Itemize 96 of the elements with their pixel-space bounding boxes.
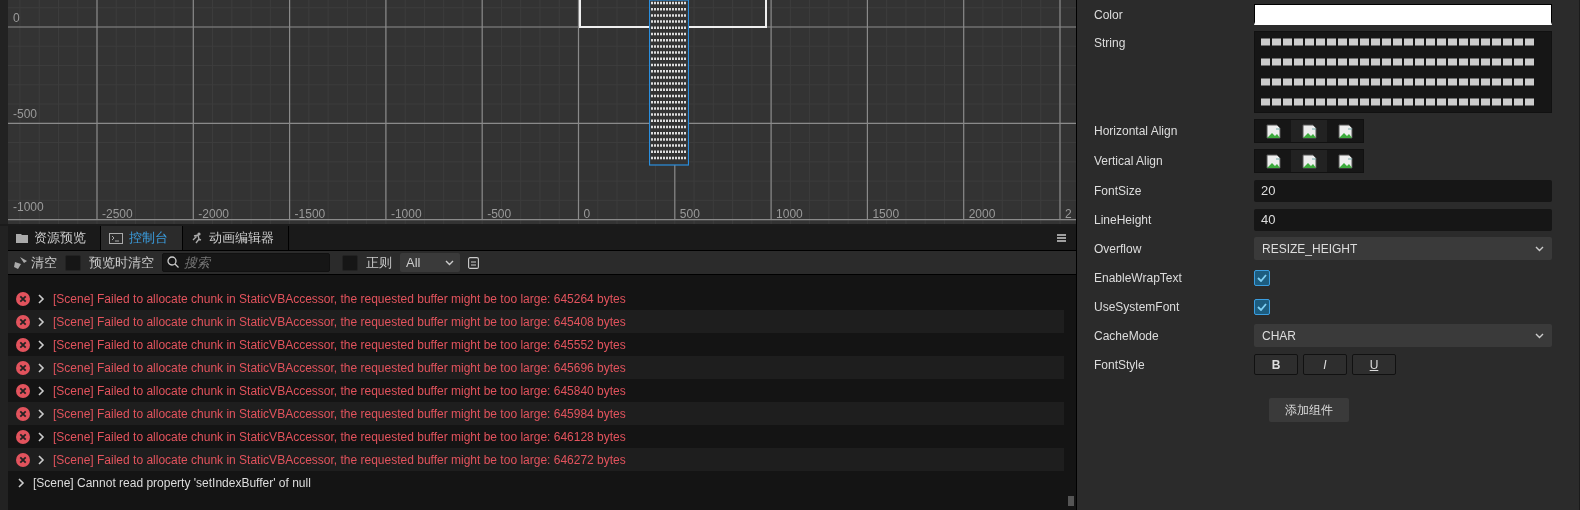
axis-label: -1000	[13, 199, 44, 214]
selected-label-node-drawing[interactable]	[649, 0, 689, 166]
log-message: [Scene] Failed to allocate chunk in StaticVBAccessor, the requested buffer might be too large: 646272 bytes	[53, 452, 626, 467]
checkbox-label: 预览时清空	[89, 253, 154, 272]
error-icon	[16, 291, 30, 306]
axis-label: -1500	[294, 207, 326, 221]
search-field[interactable]: 搜索	[162, 253, 330, 272]
log-message: [Scene] Failed to allocate chunk in StaticVBAccessor, the requested buffer might be too large: 645840 bytes	[53, 383, 626, 398]
chevron-right-icon[interactable]	[38, 454, 45, 465]
folder-icon	[16, 233, 28, 243]
font-style-button[interactable]: U	[1352, 354, 1396, 375]
caret-icon	[1535, 245, 1544, 252]
align-button[interactable]	[1291, 120, 1327, 142]
property-label: EnableWrapText	[1094, 270, 1183, 285]
menu-icon[interactable]	[1057, 234, 1066, 242]
color-swatch[interactable]	[1254, 4, 1552, 25]
property-label: LineHeight	[1094, 212, 1153, 227]
panel-tab[interactable]: 控制台	[101, 226, 183, 250]
log-message: [Scene] Failed to allocate chunk in StaticVBAccessor, the requested buffer might be too large: 646128 bytes	[53, 429, 626, 444]
property-label: String	[1094, 35, 1127, 50]
scrollbar-thumb[interactable]	[1068, 496, 1074, 506]
image-icon	[1301, 123, 1317, 139]
error-icon	[16, 360, 30, 375]
axis-label: -500	[13, 107, 38, 122]
dropdown[interactable]: CHAR	[1254, 324, 1552, 347]
dropdown[interactable]: RESIZE_HEIGHT	[1254, 237, 1552, 260]
chevron-right-icon[interactable]	[38, 385, 45, 396]
terminal-icon	[109, 232, 123, 244]
log-message: [Scene] Failed to allocate chunk in StaticVBAccessor, the requested buffer might be too large: 645984 bytes	[53, 406, 626, 421]
axis-label: 0	[583, 207, 591, 221]
axis-label: 1500	[872, 207, 900, 221]
property-label: Color	[1094, 7, 1124, 22]
caret-icon	[1535, 332, 1544, 339]
log-entry[interactable]: [Scene] Failed to allocate chunk in StaticVBAccessor, the requested buffer might be too large: 645984 bytes	[8, 402, 1064, 425]
chevron-right-icon[interactable]	[18, 477, 25, 488]
axis-label: 1000	[776, 207, 803, 221]
axis-label: -1000	[390, 207, 422, 221]
axis-label: 2	[1065, 207, 1072, 221]
chevron-right-icon[interactable]	[38, 408, 45, 419]
chevron-right-icon[interactable]	[38, 293, 45, 304]
error-icon	[16, 429, 30, 444]
property-label: FontSize	[1094, 183, 1143, 198]
log-message: [Scene] Failed to allocate chunk in StaticVBAccessor, the requested buffer might be too large: 645264 bytes	[53, 291, 626, 306]
checkbox[interactable]	[1254, 298, 1270, 315]
property-label: CacheMode	[1094, 328, 1160, 343]
chevron-right-icon[interactable]	[38, 431, 45, 442]
log-entry[interactable]: [Scene] Failed to allocate chunk in StaticVBAccessor, the requested buffer might be too large: 646272 bytes	[8, 448, 1064, 471]
property-label: Vertical Align	[1094, 154, 1164, 168]
font-style-button[interactable]: I	[1303, 354, 1347, 375]
search-icon	[167, 256, 179, 268]
log-entry[interactable]: [Scene] Failed to allocate chunk in StaticVBAccessor, the requested buffer might be too large: 645408 bytes	[8, 310, 1064, 333]
image-icon	[1265, 153, 1281, 169]
checkmark-icon	[1257, 302, 1267, 311]
scene-view[interactable]: -2500 -2000 -1500 -1000 -500 0 500 1000 1500 2000 2 0 -500 -1000	[0, 0, 1076, 224]
checkbox[interactable]	[1254, 269, 1270, 286]
image-icon	[1337, 153, 1353, 169]
axis-label: 2000	[968, 207, 996, 221]
image-icon	[1337, 123, 1353, 139]
axis-label: 500	[679, 207, 700, 221]
error-icon	[16, 314, 30, 329]
string-text-area[interactable]	[1254, 31, 1552, 113]
chevron-right-icon[interactable]	[38, 316, 45, 327]
axis-label: -2000	[198, 207, 229, 221]
align-button[interactable]	[1291, 150, 1327, 172]
log-entry[interactable]: [Scene] Failed to allocate chunk in StaticVBAccessor, the requested buffer might be too large: 645696 bytes	[8, 356, 1064, 379]
running-figure-icon	[191, 232, 203, 244]
font-style-button[interactable]: B	[1254, 354, 1298, 375]
chevron-right-icon[interactable]	[38, 362, 45, 373]
error-icon	[16, 406, 30, 421]
error-icon	[16, 452, 30, 467]
property-label: Overflow	[1094, 241, 1143, 256]
number-field[interactable]: 20	[1254, 179, 1552, 202]
log-level-select[interactable]: All	[400, 253, 460, 272]
property-label: UseSystemFont	[1094, 299, 1181, 314]
number-field[interactable]: 40	[1254, 208, 1552, 231]
log-message: [Scene] Failed to allocate chunk in StaticVBAccessor, the requested buffer might be too large: 645552 bytes	[53, 337, 626, 352]
caret-icon	[445, 259, 454, 266]
axis-label: -2500	[102, 207, 133, 221]
error-icon	[16, 383, 30, 398]
chevron-right-icon[interactable]	[38, 339, 45, 350]
broom-icon[interactable]	[14, 256, 27, 269]
log-message: [Scene] Failed to allocate chunk in StaticVBAccessor, the requested buffer might be too large: 645696 bytes	[53, 360, 626, 375]
log-message: [Scene] Cannot read property 'setIndexBuffer' of null	[33, 475, 311, 490]
checkbox-label: 正则	[366, 253, 392, 272]
image-icon	[1265, 123, 1281, 139]
image-icon	[1301, 153, 1317, 169]
clear-label[interactable]: 清空	[31, 253, 57, 272]
error-icon	[16, 337, 30, 352]
add-component-button[interactable]: 添加组件	[1269, 398, 1349, 422]
axis-label: -500	[487, 207, 512, 221]
property-label: FontStyle	[1094, 357, 1146, 372]
checkmark-icon	[1257, 273, 1267, 282]
property-label: Horizontal Align	[1094, 124, 1179, 138]
log-message: [Scene] Failed to allocate chunk in StaticVBAccessor, the requested buffer might be too large: 645408 bytes	[53, 314, 626, 329]
document-icon[interactable]	[468, 256, 479, 269]
axis-label: 0	[13, 11, 20, 25]
